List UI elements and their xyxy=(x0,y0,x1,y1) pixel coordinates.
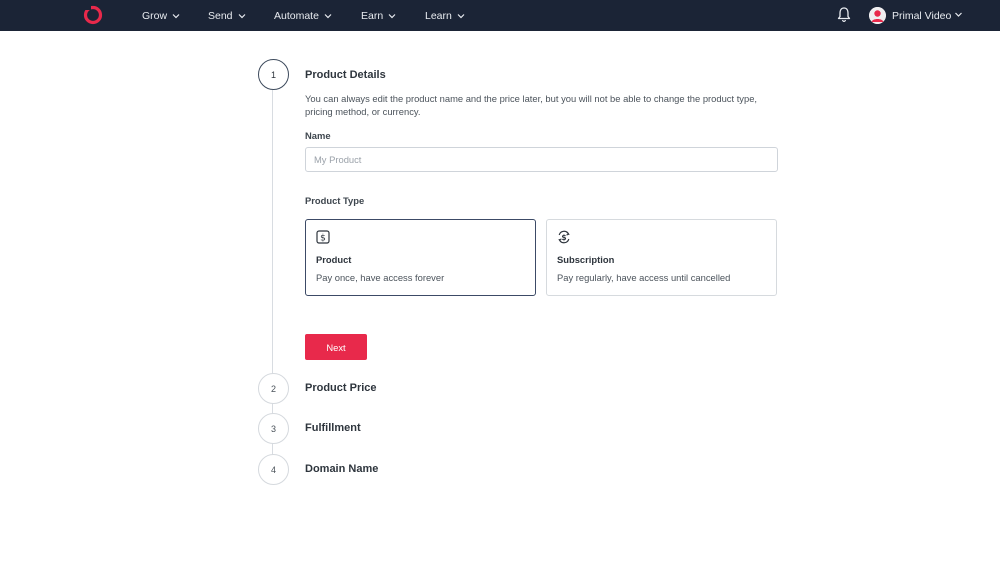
product-type-label: Product Type xyxy=(305,195,365,206)
svg-text:$: $ xyxy=(561,233,566,242)
step-title-fulfillment[interactable]: Fulfillment xyxy=(305,422,361,434)
top-nav-bar: Grow Send Automate Earn Learn Primal Vid… xyxy=(0,0,1000,31)
nav-item-learn[interactable]: Learn xyxy=(425,0,465,31)
nav-item-earn[interactable]: Earn xyxy=(361,0,396,31)
name-label: Name xyxy=(305,130,331,141)
user-menu[interactable]: Primal Video xyxy=(869,0,951,31)
brand-logo-icon[interactable] xyxy=(82,3,104,25)
dollar-icon: $ xyxy=(316,230,330,244)
product-name-input[interactable] xyxy=(305,147,778,172)
step-title-product-details[interactable]: Product Details xyxy=(305,69,386,81)
chevron-down-icon[interactable] xyxy=(954,10,963,19)
step-number-2[interactable]: 2 xyxy=(258,373,289,404)
recurring-dollar-icon: $ xyxy=(558,230,570,244)
step-description: You can always edit the product name and… xyxy=(305,93,758,117)
avatar xyxy=(869,7,886,24)
bell-icon[interactable] xyxy=(836,6,852,23)
nav-item-label: Grow xyxy=(142,9,168,22)
nav-item-label: Learn xyxy=(425,9,452,22)
step-number-4[interactable]: 4 xyxy=(258,454,289,485)
step-title-product-price[interactable]: Product Price xyxy=(305,382,377,394)
card-subtitle: Pay regularly, have access until cancell… xyxy=(557,272,731,283)
chevron-down-icon xyxy=(388,13,396,18)
chevron-down-icon xyxy=(172,13,180,18)
user-name: Primal Video xyxy=(892,9,952,22)
chevron-down-icon xyxy=(238,13,245,18)
chevron-down-icon xyxy=(457,13,465,18)
step-title-domain-name[interactable]: Domain Name xyxy=(305,463,378,475)
nav-item-label: Automate xyxy=(274,9,319,22)
nav-item-send[interactable]: Send xyxy=(208,0,246,31)
card-title: Subscription xyxy=(557,254,615,265)
product-type-card-product[interactable]: $ Product Pay once, have access forever xyxy=(305,219,536,296)
chevron-down-icon xyxy=(324,13,332,18)
user-avatar-icon xyxy=(869,7,886,24)
next-button[interactable]: Next xyxy=(305,334,367,360)
nav-item-label: Earn xyxy=(361,9,384,22)
svg-text:$: $ xyxy=(320,233,326,243)
nav-item-grow[interactable]: Grow xyxy=(142,0,180,31)
step-number-1[interactable]: 1 xyxy=(258,59,289,90)
card-subtitle: Pay once, have access forever xyxy=(316,272,445,283)
step-number-3[interactable]: 3 xyxy=(258,413,289,444)
nav-item-label: Send xyxy=(208,9,233,22)
nav-item-automate[interactable]: Automate xyxy=(274,0,332,31)
card-title: Product xyxy=(316,254,352,265)
product-type-card-subscription[interactable]: $ Subscription Pay regularly, have acces… xyxy=(546,219,777,296)
